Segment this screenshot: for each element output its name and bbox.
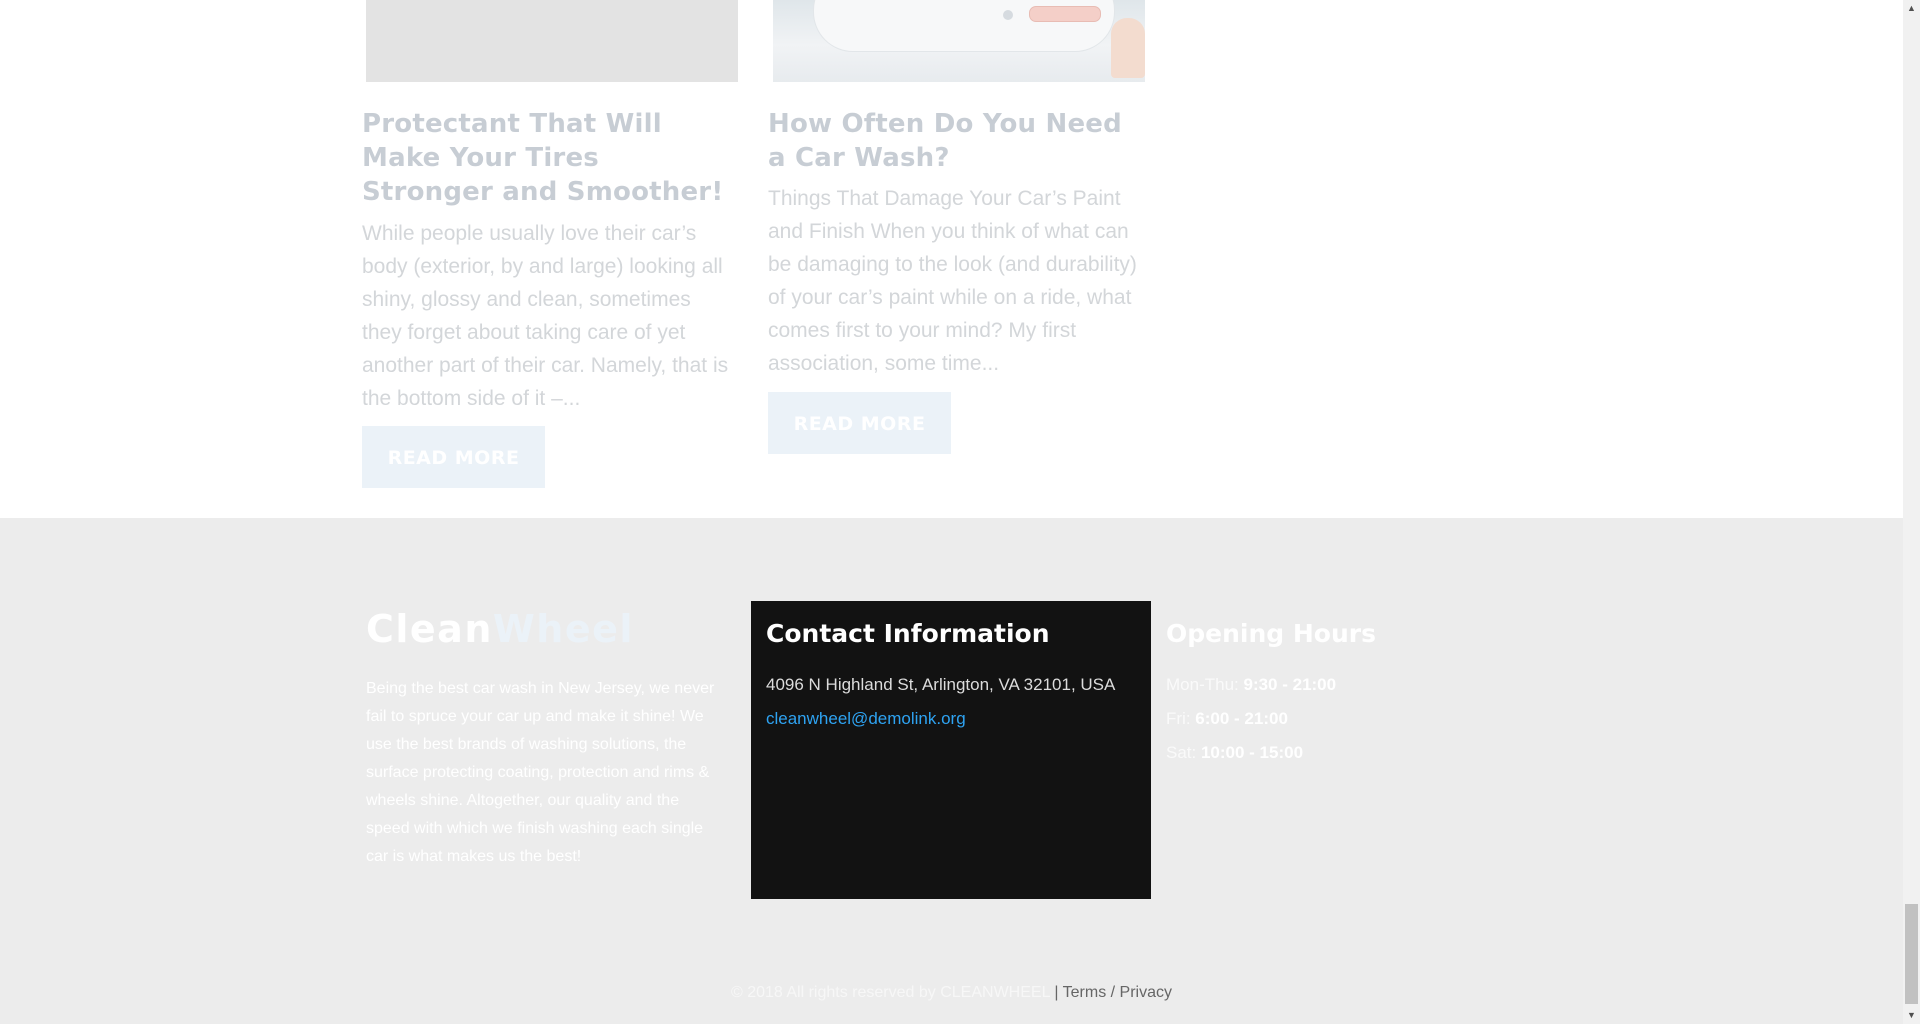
contact-email-link[interactable]: cleanwheel@demolink.org <box>766 707 966 731</box>
copyright-separator: | <box>1049 984 1063 1001</box>
privacy-link[interactable]: Privacy <box>1120 984 1172 1001</box>
car-image-light <box>1029 6 1101 22</box>
hours-day: Mon-Thu: <box>1166 675 1244 694</box>
footer-bottom-bar: © 2018 All rights reserved by CLEANWHEEL… <box>0 978 1903 1024</box>
scroll-down-arrow-icon[interactable]: ▼ <box>1903 1007 1920 1024</box>
contact-address: 4096 N Highland St, Arlington, VA 32101,… <box>766 675 1116 694</box>
read-more-button-2[interactable]: READ MORE <box>768 392 951 454</box>
terms-link[interactable]: Terms <box>1063 984 1107 1001</box>
post-thumbnail-2[interactable] <box>773 0 1145 82</box>
post-thumbnail-1[interactable] <box>366 0 738 82</box>
post-title-2[interactable]: How Often Do You Need a Car Wash? <box>768 107 1146 175</box>
read-more-button-1[interactable]: READ MORE <box>362 426 545 488</box>
car-image-hand <box>1111 18 1145 78</box>
scroll-up-arrow-icon[interactable]: ▲ <box>1903 0 1920 17</box>
contact-information-box: Contact Information 4096 N Highland St, … <box>751 601 1151 899</box>
logo-text-clean: Clean <box>366 607 493 651</box>
site-footer: CleanWheel Being the best car wash in Ne… <box>0 518 1903 1024</box>
hours-row: Mon-Thu: 9:30 - 21:00 <box>1166 673 1336 697</box>
copyright-text: © 2018 All rights reserved by CLEANWHEEL <box>730 984 1050 1001</box>
vertical-scrollbar[interactable]: ▲ ▼ <box>1903 0 1920 1024</box>
links-slash: / <box>1106 984 1120 1001</box>
hours-time: 6:00 - 21:00 <box>1195 709 1288 728</box>
opening-hours-title: Opening Hours <box>1166 619 1376 648</box>
hours-day: Sat: <box>1166 743 1201 762</box>
hours-time: 9:30 - 21:00 <box>1243 675 1337 694</box>
hours-row: Fri: 6:00 - 21:00 <box>1166 707 1288 731</box>
scrollbar-thumb[interactable] <box>1905 904 1918 1004</box>
page: Protectant That Will Make Your Tires Str… <box>0 0 1903 1024</box>
hours-day: Fri: <box>1166 709 1196 728</box>
hours-time: 10:00 - 15:00 <box>1200 743 1304 762</box>
contact-title: Contact Information <box>766 619 1050 648</box>
footer-logo[interactable]: CleanWheel <box>366 606 634 652</box>
post-excerpt-2: Things That Damage Your Car’s Paint and … <box>768 187 1137 375</box>
footer-about-text: Being the best car wash in New Jersey, w… <box>366 680 715 865</box>
post-excerpt-1: While people usually love their car’s bo… <box>362 222 729 410</box>
blog-section: Protectant That Will Make Your Tires Str… <box>0 0 1903 518</box>
car-image-detail <box>1003 10 1013 20</box>
post-title-1[interactable]: Protectant That Will Make Your Tires Str… <box>362 107 734 209</box>
logo-text-wheel: Wheel <box>492 607 634 651</box>
hours-row: Sat: 10:00 - 15:00 <box>1166 741 1303 765</box>
